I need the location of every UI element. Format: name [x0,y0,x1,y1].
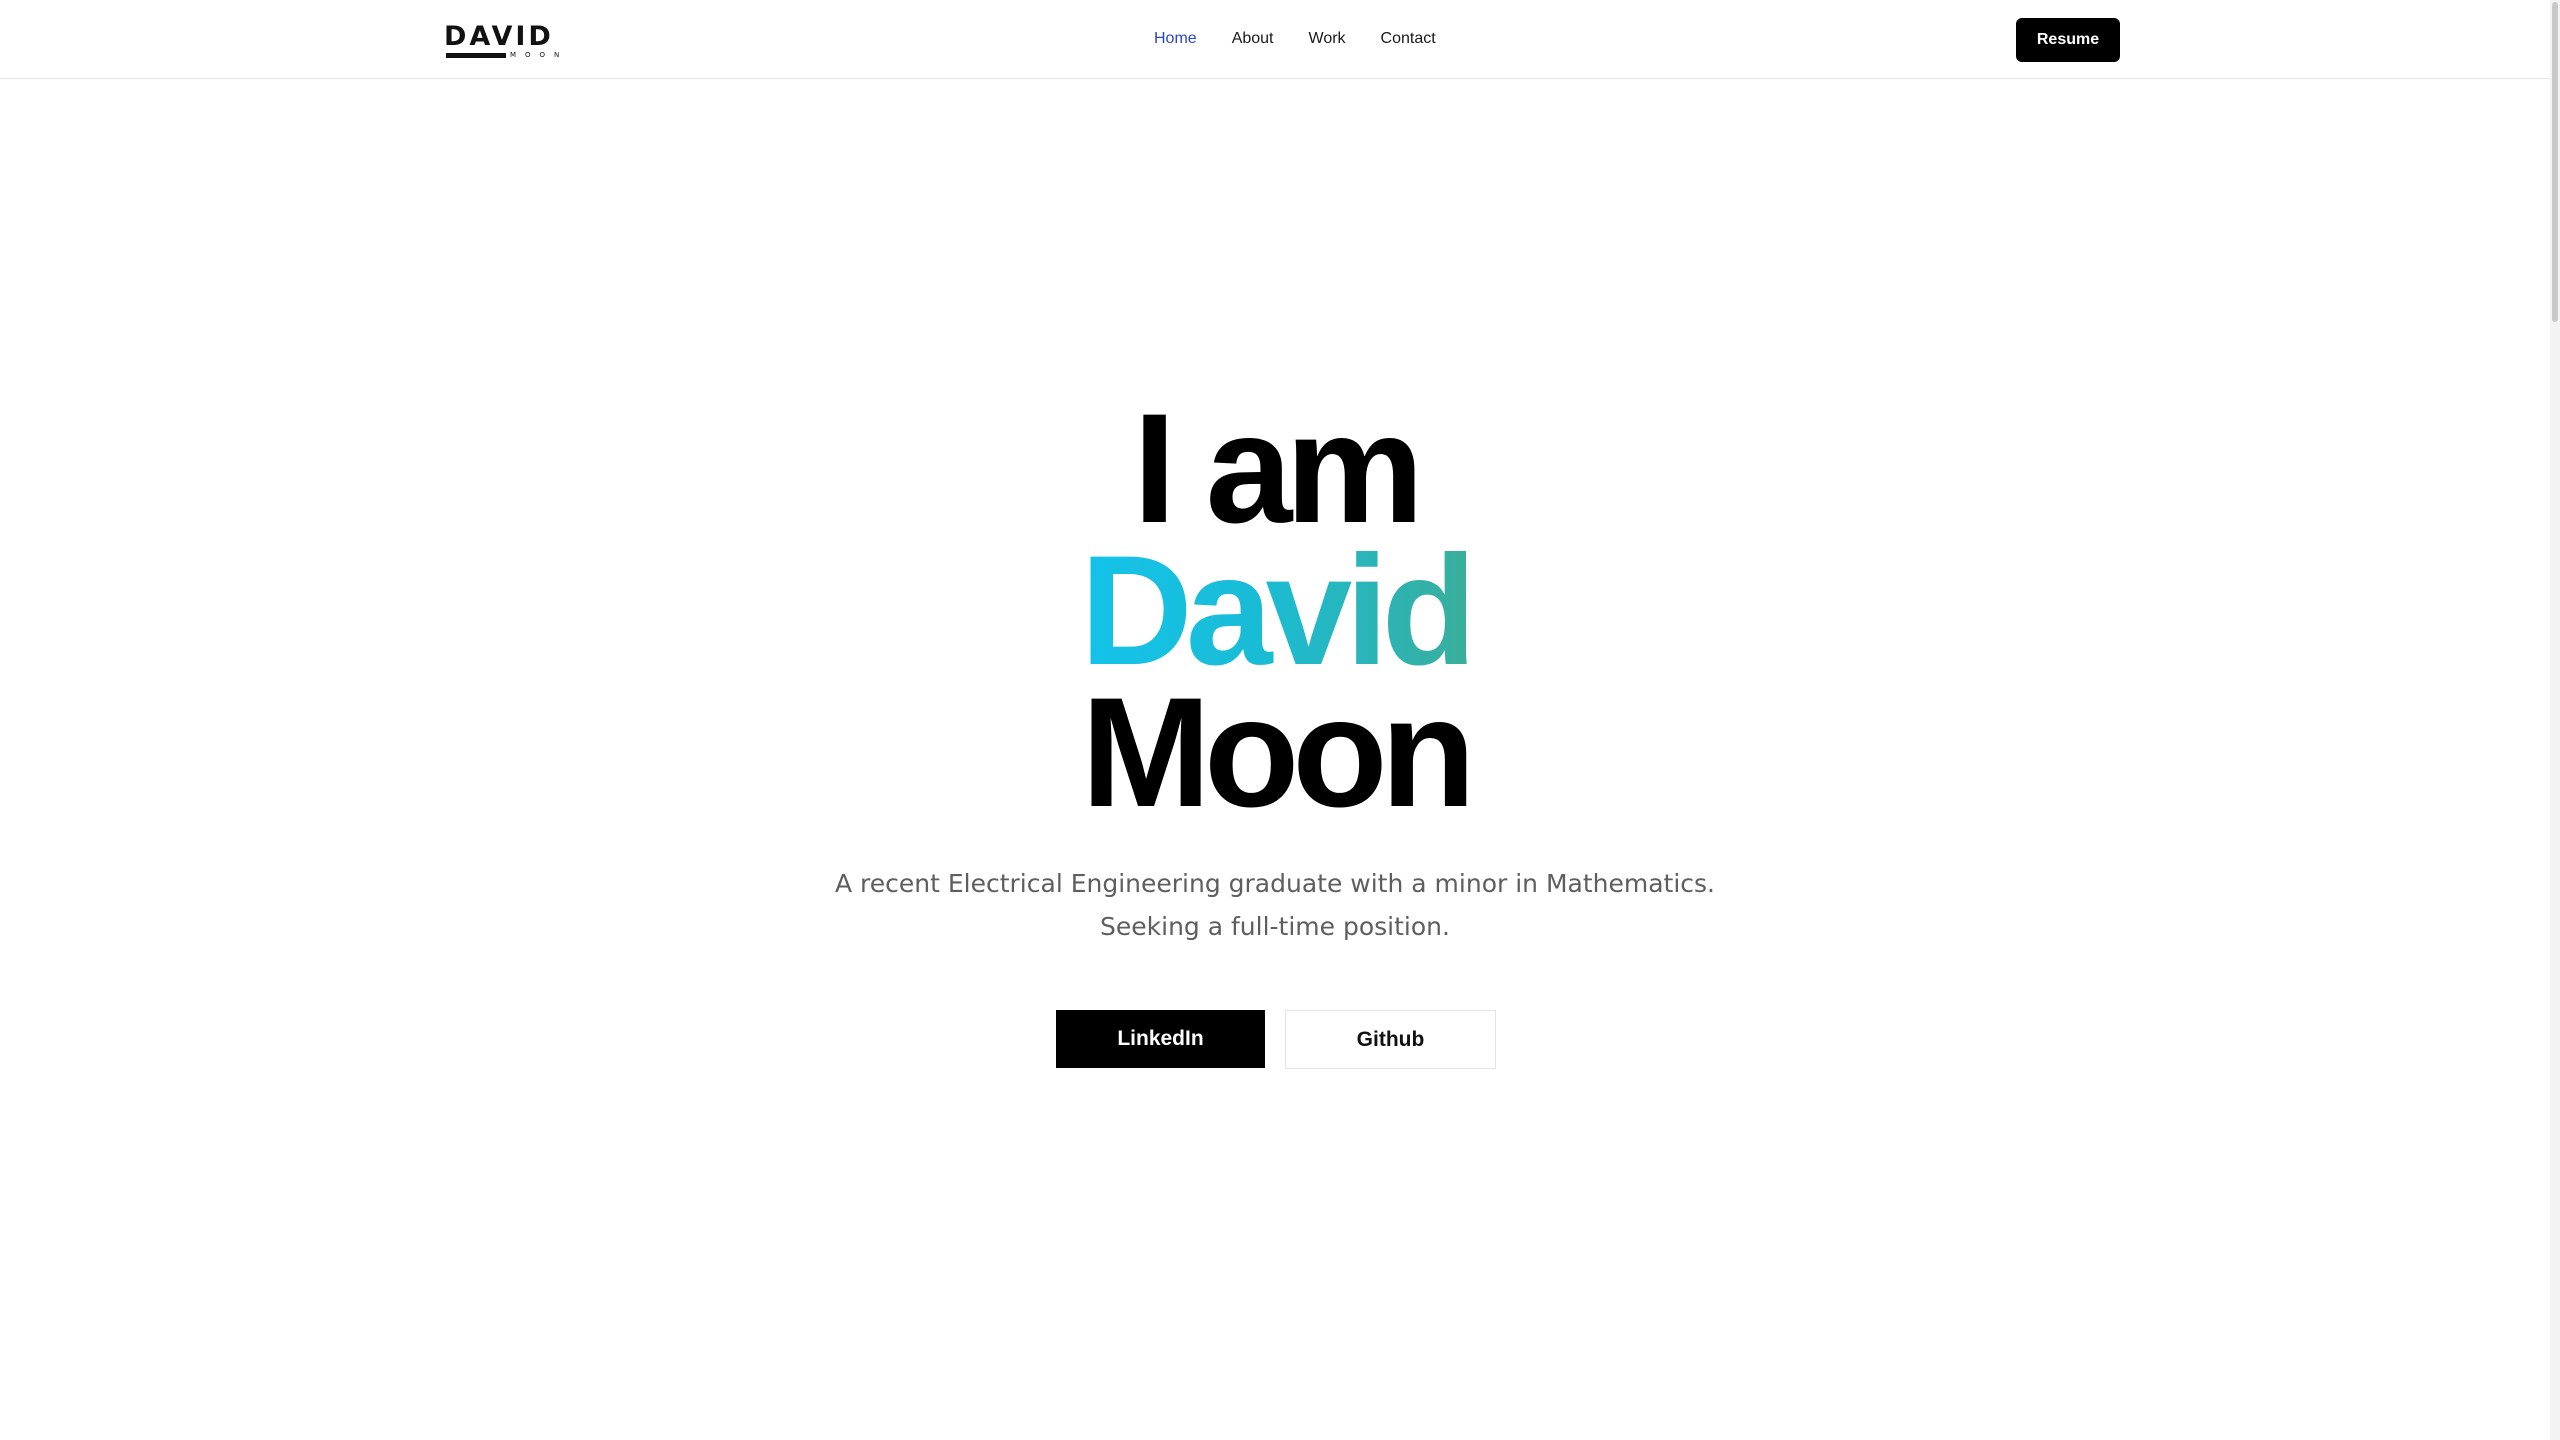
page-scrollbar-thumb[interactable] [2552,2,2558,322]
top-navbar: DAVID MOON Home About Work Contact Resum… [0,0,2550,79]
logo-wordmark: DAVID [444,21,554,52]
hero-actions: LinkedIn Github [1056,1010,1496,1069]
hero-heading: I am David Moon [0,382,2550,840]
hero-last-name: Moon [1081,666,1476,840]
site-logo[interactable]: DAVID MOON [444,21,559,60]
main-nav: Home About Work Contact [1154,28,1436,50]
logo-subtext: MOON [510,51,569,59]
github-button[interactable]: Github [1285,1010,1496,1069]
nav-link-work[interactable]: Work [1309,28,1346,50]
hero-line-intro: I am [1132,382,1424,556]
portfolio-page: DAVID MOON Home About Work Contact Resum… [0,0,2560,1440]
nav-link-about[interactable]: About [1232,28,1274,50]
nav-link-home[interactable]: Home [1154,28,1197,50]
hero-subtitle-line2: Seeking a full-time position. [1100,912,1450,941]
hero-subtitle-line1: A recent Electrical Engineering graduate… [834,869,1716,898]
nav-link-contact[interactable]: Contact [1381,28,1436,50]
linkedin-button[interactable]: LinkedIn [1056,1010,1265,1068]
resume-button[interactable]: Resume [2016,18,2120,62]
hero-first-name: David [1080,524,1477,698]
logo-underline [446,53,506,58]
hero-subtitle: A recent Electrical Engineering graduate… [0,862,2550,948]
